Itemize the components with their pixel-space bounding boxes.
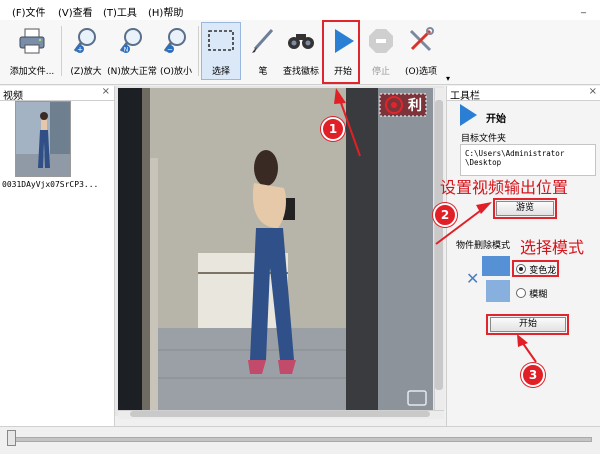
annotation-choose-mode: 选择模式 (520, 238, 585, 257)
step-1-badge: 1 (321, 117, 345, 141)
step-2-badge: 2 (433, 203, 457, 227)
annotation-set-output: 设置视频输出位置 (440, 178, 569, 197)
annotation-arrows (334, 88, 537, 363)
step-3-badge: 3 (521, 363, 545, 387)
